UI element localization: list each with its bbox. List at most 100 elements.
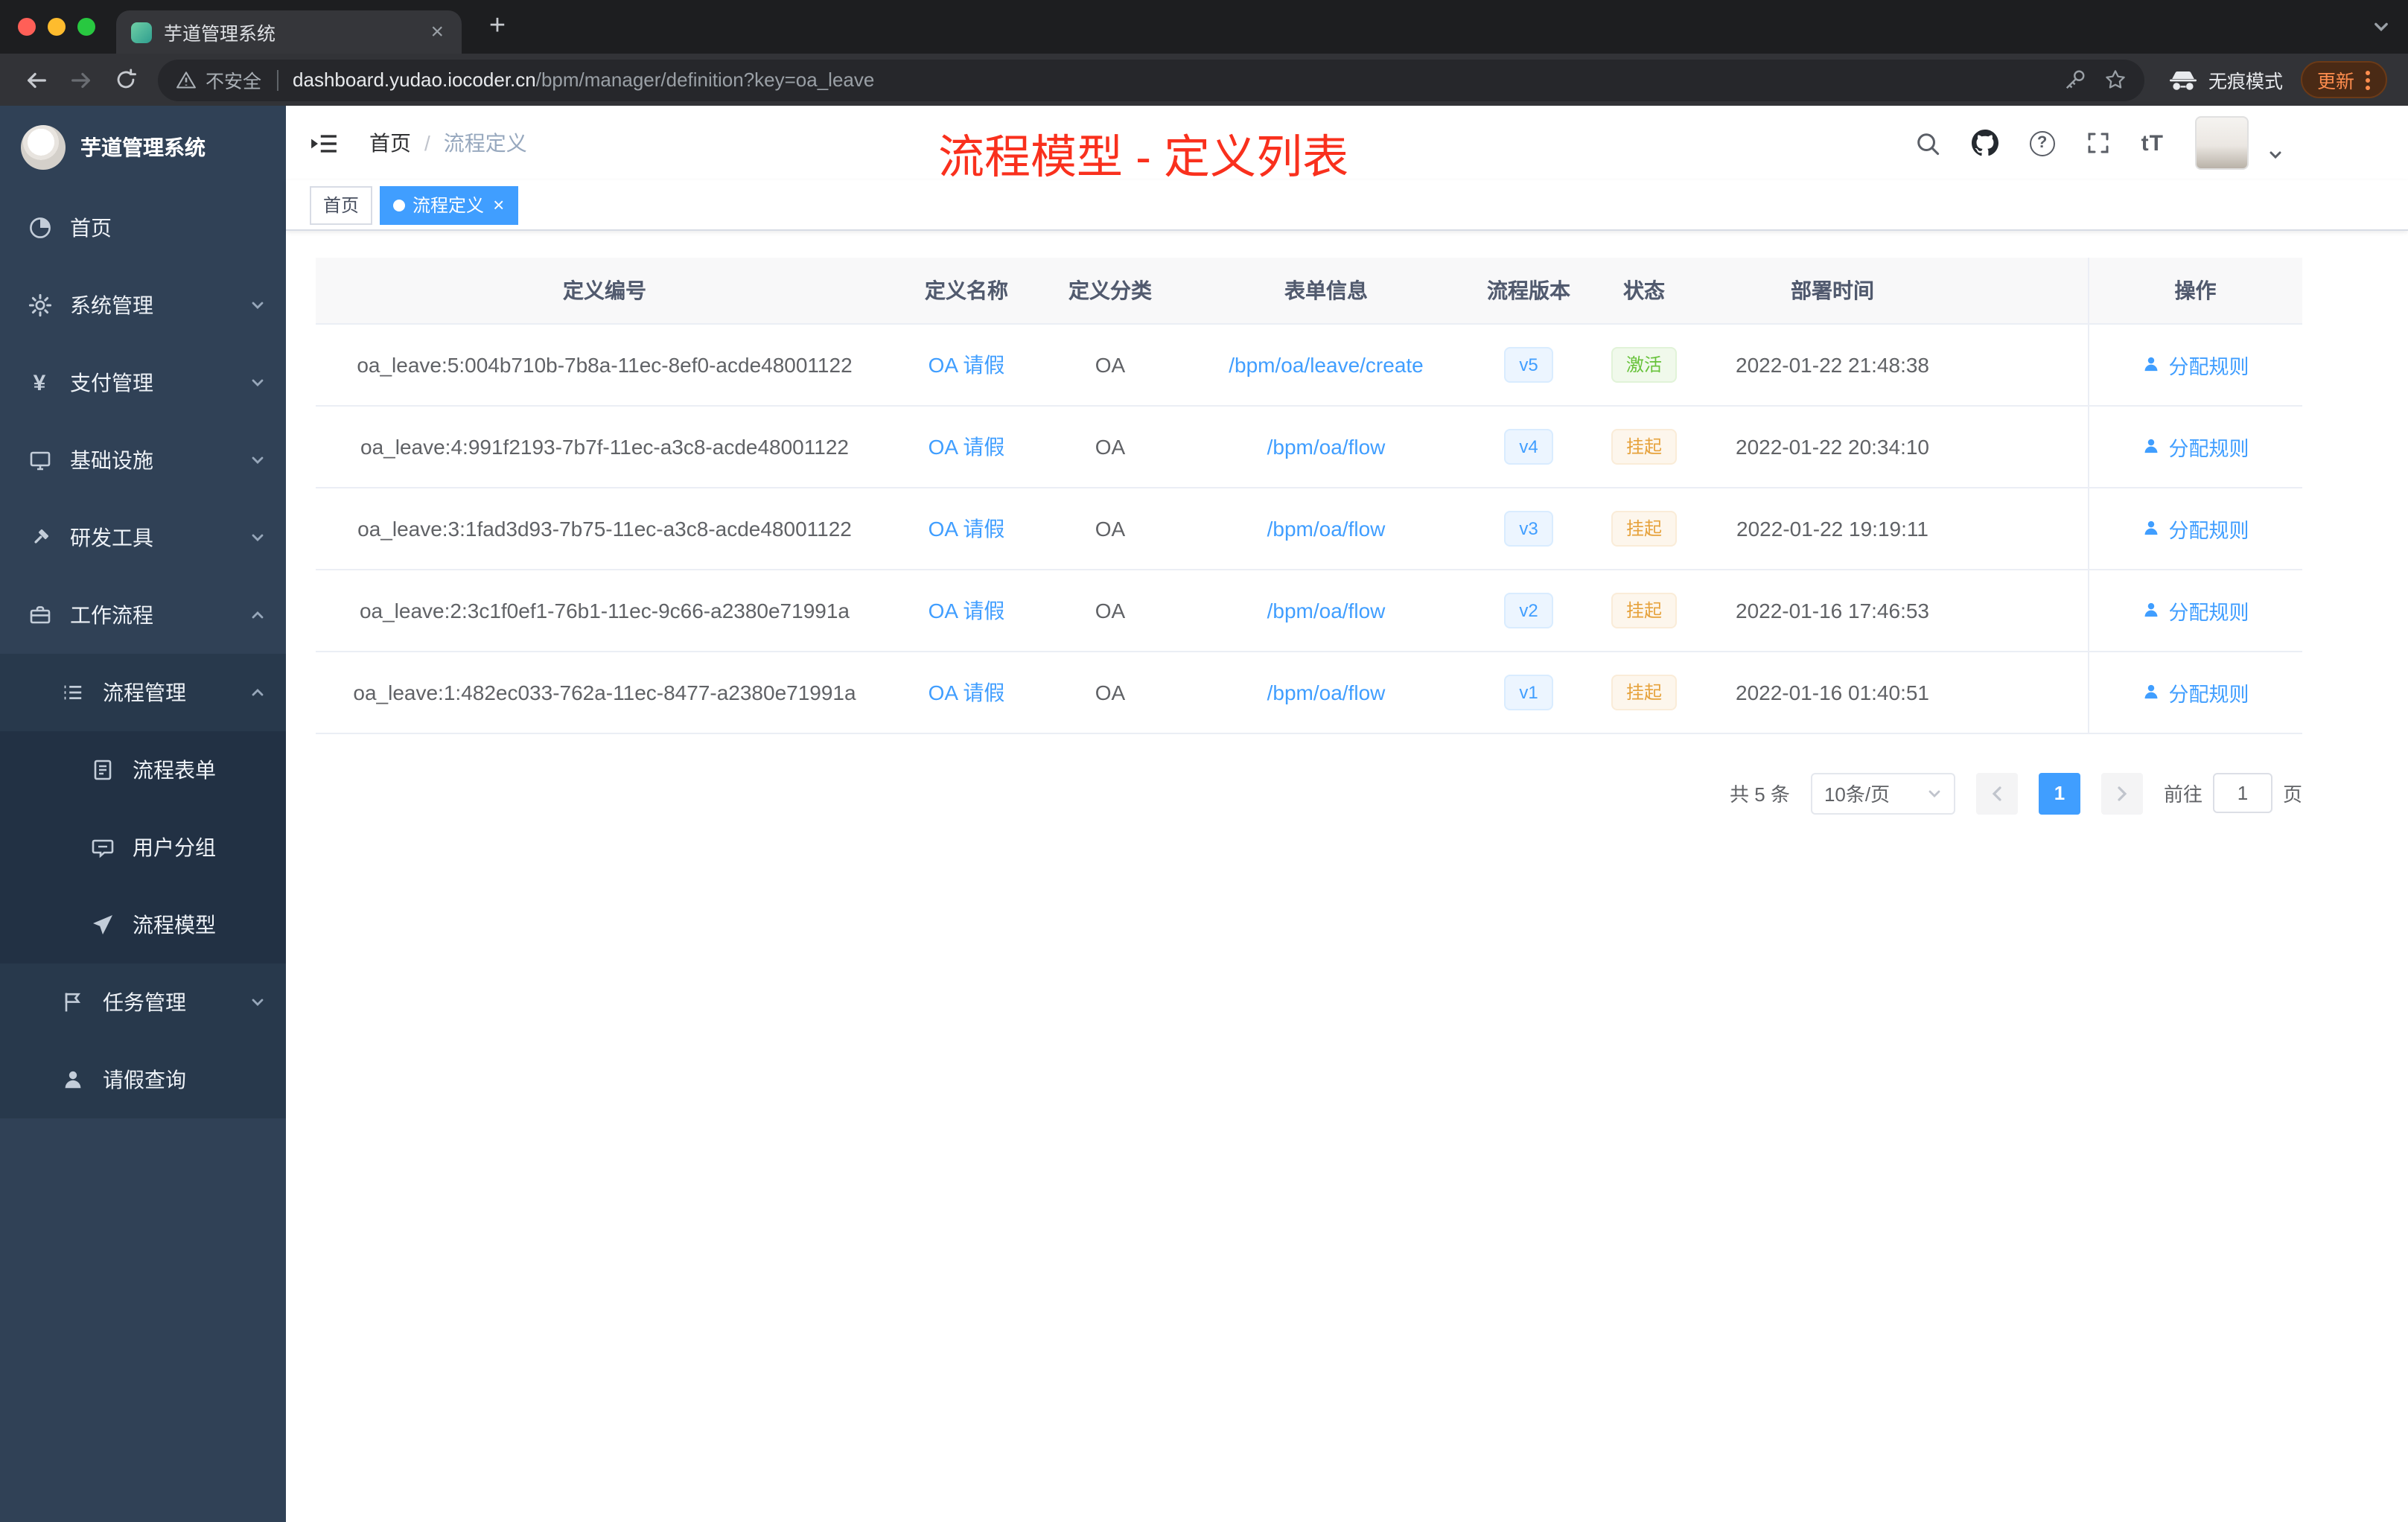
- sidebar-item-system[interactable]: 系统管理: [0, 267, 286, 344]
- tool-icon: [27, 525, 52, 550]
- definition-name-link[interactable]: OA 请假: [929, 352, 1005, 376]
- update-chrome-button[interactable]: 更新: [2300, 61, 2387, 98]
- window-controls: [18, 18, 95, 36]
- table-row: oa_leave:5:004b710b-7b8a-11ec-8ef0-acde4…: [316, 323, 2302, 406]
- briefcase-icon: [27, 602, 52, 628]
- tab-favicon-icon: [131, 22, 152, 42]
- logo-avatar: [21, 125, 66, 170]
- flag-icon: [60, 990, 85, 1015]
- goto-page-input[interactable]: [2212, 773, 2272, 813]
- not-secure-warning-icon[interactable]: [176, 70, 197, 89]
- definition-name-link[interactable]: OA 请假: [929, 516, 1005, 540]
- sidebar-item-infrastructure[interactable]: 基础设施: [0, 421, 286, 499]
- browser-tab[interactable]: 芋道管理系统 ×: [116, 10, 462, 54]
- sidebar-item-devtools[interactable]: 研发工具: [0, 499, 286, 576]
- assign-rule-link[interactable]: 分配规则: [2142, 595, 2249, 625]
- reload-button[interactable]: [104, 59, 146, 101]
- next-page-button[interactable]: [2100, 772, 2143, 814]
- bookmark-star-icon[interactable]: [2104, 69, 2127, 91]
- col-form-info: 表单信息: [1181, 258, 1471, 324]
- close-window-button[interactable]: [18, 18, 36, 36]
- chat-group-icon: [89, 835, 115, 860]
- app-logo[interactable]: 芋道管理系统: [0, 106, 286, 189]
- sidebar-item-process-management[interactable]: 流程管理: [0, 654, 286, 731]
- status-badge: 挂起: [1611, 428, 1677, 464]
- back-button[interactable]: [15, 59, 57, 101]
- definition-name-link[interactable]: OA 请假: [929, 598, 1005, 622]
- version-badge: v1: [1504, 674, 1553, 710]
- avatar-caret-icon[interactable]: [2268, 147, 2283, 162]
- tag-process-definition[interactable]: 流程定义 ×: [380, 185, 518, 224]
- goto-unit: 页: [2282, 783, 2302, 806]
- user-avatar[interactable]: [2195, 116, 2249, 170]
- assign-rule-link[interactable]: 分配规则: [2142, 349, 2249, 379]
- version-badge: v2: [1504, 592, 1553, 628]
- text-size-icon[interactable]: tT: [2141, 130, 2164, 156]
- browser-menu-icon[interactable]: [2365, 69, 2371, 90]
- assign-rule-link[interactable]: 分配规则: [2142, 677, 2249, 707]
- cell-id: oa_leave:3:1fad3d93-7b75-11ec-a3c8-acde4…: [316, 487, 894, 570]
- sidebar-item-leave-query[interactable]: 请假查询: [0, 1041, 286, 1118]
- prev-page-button[interactable]: [1975, 772, 2018, 814]
- search-icon[interactable]: [1915, 130, 1940, 156]
- tag-close-icon[interactable]: ×: [493, 195, 504, 214]
- forward-button[interactable]: [60, 59, 101, 101]
- version-badge: v4: [1504, 428, 1553, 464]
- sidebar-item-process-form[interactable]: 流程表单: [0, 731, 286, 809]
- form-link[interactable]: /bpm/oa/flow: [1267, 434, 1386, 458]
- sidebar-item-user-group[interactable]: 用户分组: [0, 809, 286, 886]
- sidebar-item-payment[interactable]: ¥ 支付管理: [0, 344, 286, 421]
- update-label: 更新: [2316, 71, 2354, 92]
- cell-deploy-time: 2022-01-22 21:48:38: [1702, 323, 1963, 406]
- browser-window: 芋道管理系统 × + 不安全 dashboard.yudao.iocoder.c…: [0, 0, 2408, 1522]
- definition-name-link[interactable]: OA 请假: [929, 680, 1005, 704]
- tag-home[interactable]: 首页: [310, 185, 373, 224]
- chevron-up-icon: [250, 685, 265, 700]
- omnibox-divider: [276, 69, 278, 90]
- form-link[interactable]: /bpm/oa/leave/create: [1229, 352, 1424, 376]
- fullscreen-icon[interactable]: [2086, 131, 2110, 155]
- col-definition-id: 定义编号: [316, 258, 894, 324]
- form-link[interactable]: /bpm/oa/flow: [1267, 598, 1386, 622]
- help-icon[interactable]: ?: [2029, 130, 2055, 156]
- tab-close-icon[interactable]: ×: [427, 21, 447, 43]
- person-icon: [2145, 684, 2158, 699]
- breadcrumb-home[interactable]: 首页: [369, 128, 411, 158]
- sidebar: 芋道管理系统 首页 系统管理 ¥ 支付管理 基础设施 研发工具 工作流程 流程管…: [0, 106, 286, 1522]
- new-tab-button[interactable]: +: [477, 10, 518, 43]
- page-1-button[interactable]: 1: [2038, 772, 2080, 814]
- not-secure-label[interactable]: 不安全: [206, 66, 261, 94]
- active-dot: [393, 199, 406, 211]
- assign-rule-link[interactable]: 分配规则: [2142, 513, 2249, 543]
- github-icon[interactable]: [1971, 130, 1998, 156]
- url-path: /bpm/manager/definition?key=oa_leave: [535, 69, 875, 91]
- sidebar-item-process-model[interactable]: 流程模型: [0, 886, 286, 964]
- person-icon: [2145, 439, 2158, 453]
- incognito-label: 无痕模式: [2208, 71, 2283, 92]
- chevron-down-icon: [250, 530, 265, 545]
- definition-name-link[interactable]: OA 请假: [929, 434, 1005, 458]
- status-badge: 激活: [1611, 346, 1677, 382]
- cell-category: OA: [1039, 569, 1181, 652]
- address-bar[interactable]: 不安全 dashboard.yudao.iocoder.cn/bpm/manag…: [158, 59, 2144, 101]
- cell-deploy-time: 2022-01-16 01:40:51: [1702, 651, 1963, 733]
- page-url[interactable]: dashboard.yudao.iocoder.cn/bpm/manager/d…: [293, 69, 2049, 91]
- table-row: oa_leave:1:482ec033-762a-11ec-8477-a2380…: [316, 651, 2302, 733]
- url-domain: dashboard.yudao.iocoder.cn: [293, 69, 536, 91]
- tab-search-caret-icon[interactable]: [2372, 18, 2390, 36]
- sidebar-item-home[interactable]: 首页: [0, 189, 286, 267]
- sidebar-item-workflow[interactable]: 工作流程: [0, 576, 286, 654]
- cell-category: OA: [1039, 651, 1181, 733]
- page-size-select[interactable]: 10条/页: [1810, 772, 1955, 814]
- minimize-window-button[interactable]: [48, 18, 66, 36]
- form-link[interactable]: /bpm/oa/flow: [1267, 680, 1386, 704]
- sidebar-collapse-icon[interactable]: [310, 127, 343, 159]
- fullscreen-window-button[interactable]: [77, 18, 95, 36]
- password-key-icon[interactable]: [2064, 69, 2086, 91]
- cell-id: oa_leave:1:482ec033-762a-11ec-8477-a2380…: [316, 651, 894, 733]
- sidebar-item-task-management[interactable]: 任务管理: [0, 964, 286, 1041]
- form-link[interactable]: /bpm/oa/flow: [1267, 516, 1386, 540]
- assign-rule-link[interactable]: 分配规则: [2142, 431, 2249, 461]
- home-icon: [27, 215, 52, 241]
- cell-category: OA: [1039, 487, 1181, 570]
